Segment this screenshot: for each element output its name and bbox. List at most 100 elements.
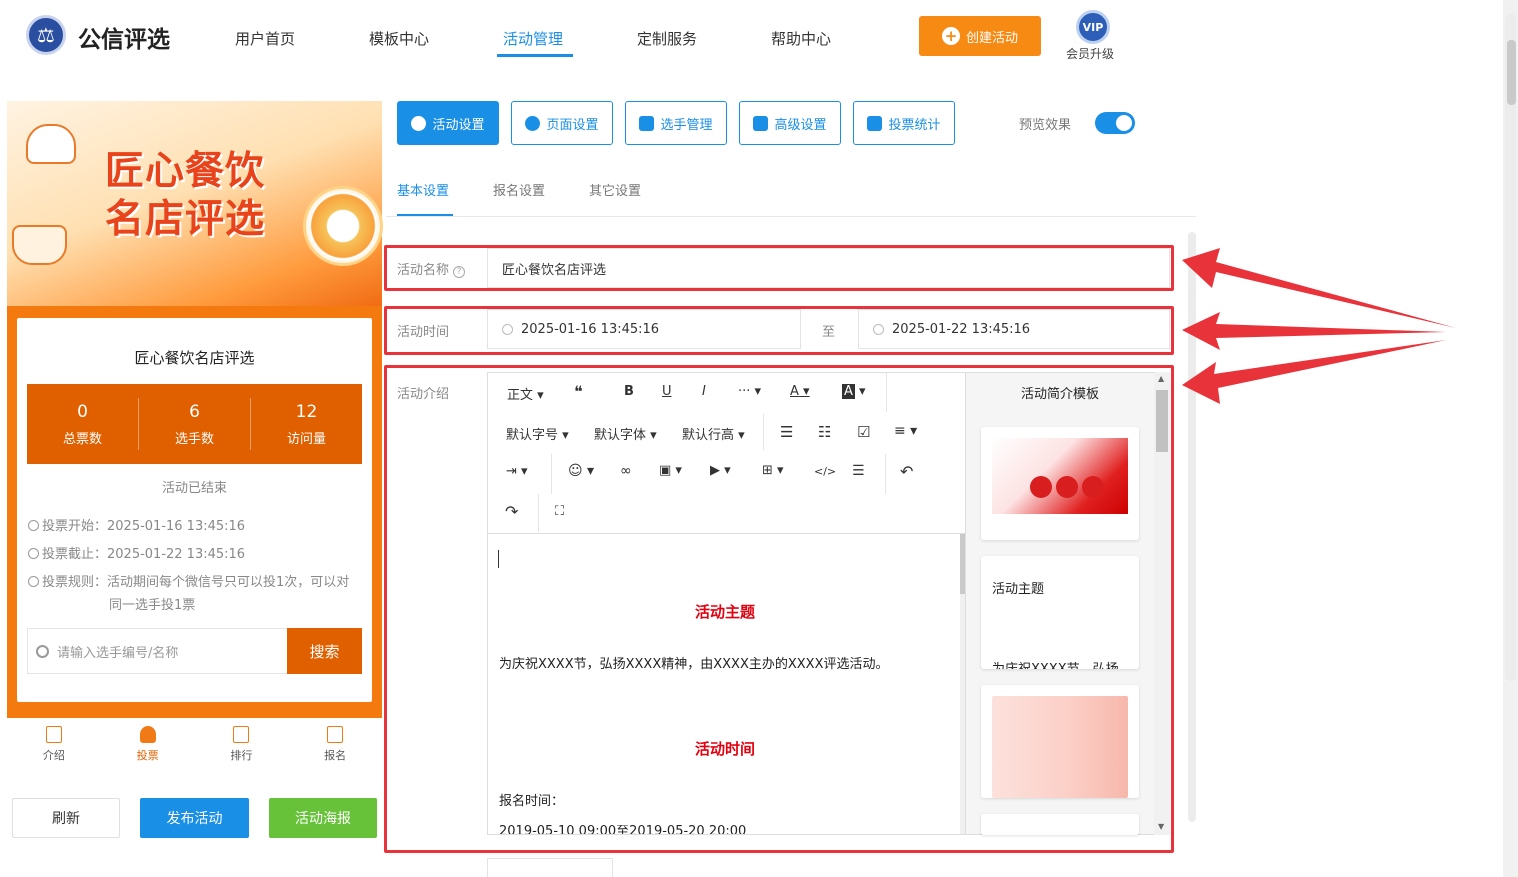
app-name[interactable]: 公信评选: [78, 20, 170, 54]
image-icon[interactable]: ▣ ▾: [659, 463, 682, 478]
person-icon: [139, 725, 156, 743]
font-family-select[interactable]: 默认字体 ▾: [594, 424, 657, 443]
bg-color-icon[interactable]: A ▾: [842, 384, 866, 399]
activity-intro-label: 活动介绍: [397, 387, 450, 402]
font-size-select[interactable]: 默认字号 ▾: [506, 424, 569, 443]
scroll-up-icon[interactable]: ▲: [1158, 374, 1164, 383]
search-icon: [36, 644, 49, 658]
table-icon[interactable]: ⊞ ▾: [762, 463, 784, 478]
refresh-button[interactable]: 刷新: [12, 798, 120, 838]
scroll-down-icon[interactable]: ▼: [1158, 822, 1164, 831]
template-scrollbar[interactable]: [1154, 372, 1170, 835]
help-icon: ?: [453, 266, 466, 278]
subtab-divider: [386, 216, 1196, 217]
arrow-to-time: [1182, 312, 1446, 350]
font-color-icon[interactable]: A ▾: [790, 384, 810, 399]
arrow-to-intro: [1182, 340, 1446, 404]
activity-title: 匠心餐饮名店评选: [134, 349, 255, 367]
editor-scroll-thumb[interactable]: [960, 534, 965, 594]
clock-icon: [28, 548, 39, 559]
end-time-input[interactable]: 2025-01-22 13:45:16: [858, 309, 1170, 349]
vote-end-info: 投票截止：2025-01-22 13:45:16: [28, 543, 245, 562]
todo-list-icon[interactable]: ☑: [857, 423, 870, 441]
content-signup-time: 2019-05-10 09:00至2019-05-20 20:00: [499, 825, 747, 834]
activity-name-input[interactable]: 匠心餐饮名店评选: [487, 248, 1170, 288]
subtab-other[interactable]: 其它设置: [589, 180, 641, 199]
tab-vote-stats[interactable]: 投票统计: [853, 101, 955, 145]
tab-page-settings[interactable]: 页面设置: [511, 101, 613, 145]
content-paragraph: 为庆祝XXXX节，弘扬XXXX精神，由XXXX主办的XXXX评选活动。: [499, 657, 889, 672]
toolbar-divider: [763, 414, 764, 450]
stats-panel: 0 总票数 6 选手数 12 访问量: [27, 384, 362, 464]
intro-icon: [45, 725, 62, 743]
template-card[interactable]: 活动主题 为庆祝XXXX节，弘扬: [981, 556, 1139, 669]
line-height-select[interactable]: 默认行高 ▾: [682, 424, 745, 443]
search-button[interactable]: 搜索: [287, 628, 362, 674]
code-icon[interactable]: </>: [814, 465, 836, 478]
toggle-knob: [1116, 115, 1132, 131]
start-time-input[interactable]: 2025-01-16 13:45:16: [487, 309, 801, 349]
nav-custom-service[interactable]: 定制服务: [637, 28, 697, 49]
phone-tabbar: 介绍 投票 排行 报名: [7, 718, 382, 770]
logo-icon[interactable]: ⚖: [26, 15, 66, 55]
banner-title: 匠心餐饮 名店评选: [105, 149, 266, 242]
tab-contestant-manage[interactable]: 选手管理: [625, 101, 727, 145]
nav-templates[interactable]: 模板中心: [369, 28, 429, 49]
video-icon[interactable]: ▶ ▾: [710, 463, 731, 478]
paragraph-format-select[interactable]: 正文 ▾: [507, 384, 544, 403]
content-heading-time: 活动时间: [694, 740, 755, 758]
vip-upgrade-link[interactable]: 会员升级: [1066, 45, 1114, 62]
activity-status: 活动已结束: [161, 481, 227, 496]
pot-icon: [12, 225, 67, 265]
template-card[interactable]: [981, 427, 1139, 540]
subtab-signup[interactable]: 报名设置: [493, 180, 545, 199]
activity-name-label: 活动名称 ?: [397, 259, 466, 278]
tab-activity-settings[interactable]: 活动设置: [397, 101, 499, 145]
users-icon: [639, 115, 655, 131]
template-card-title: 活动主题: [992, 582, 1045, 597]
stat-total-votes: 0 总票数: [27, 398, 139, 450]
next-field-input[interactable]: [487, 858, 613, 877]
contestant-search-input[interactable]: 请输入选手编号/名称: [27, 628, 287, 674]
italic-icon[interactable]: I: [702, 384, 706, 399]
blockquote-icon[interactable]: ❝: [574, 382, 583, 401]
bold-icon[interactable]: B: [624, 384, 634, 399]
gear-icon: [525, 115, 541, 131]
tab-signup[interactable]: 报名: [288, 718, 382, 770]
create-activity-button[interactable]: + 创建活动: [919, 16, 1041, 56]
vip-icon[interactable]: VIP: [1076, 10, 1110, 44]
redo-icon[interactable]: ↷: [505, 502, 518, 521]
subtab-basic[interactable]: 基本设置: [397, 180, 449, 199]
publish-activity-button[interactable]: 发布活动: [140, 798, 249, 838]
nav-active-indicator: [497, 54, 573, 57]
align-icon[interactable]: ≡ ▾: [894, 423, 917, 439]
preview-toggle[interactable]: [1095, 112, 1135, 134]
editor-toolbar-divider: [488, 533, 965, 534]
nav-home[interactable]: 用户首页: [235, 28, 295, 49]
more-icon[interactable]: ··· ▾: [738, 384, 761, 399]
fullscreen-icon[interactable]: ⛶: [555, 504, 564, 519]
info-icon: [28, 576, 39, 587]
underline-icon[interactable]: U: [662, 384, 672, 399]
tab-advanced-settings[interactable]: 高级设置: [739, 101, 841, 145]
divider-line-icon[interactable]: ☰: [852, 463, 865, 479]
bullet-list-icon[interactable]: ☰: [780, 423, 793, 441]
page-scroll-thumb[interactable]: [1507, 40, 1516, 105]
template-scroll-thumb[interactable]: [1156, 390, 1168, 452]
stat-contestants: 6 选手数: [139, 398, 251, 450]
nav-activity-manage[interactable]: 活动管理: [503, 28, 563, 49]
nav-help-center[interactable]: 帮助中心: [771, 28, 831, 49]
activity-poster-button[interactable]: 活动海报: [269, 798, 377, 838]
tab-ranking[interactable]: 排行: [195, 718, 289, 770]
numbered-list-icon[interactable]: ☷: [818, 423, 831, 441]
template-card[interactable]: [981, 814, 1139, 835]
tab-vote[interactable]: 投票: [101, 718, 195, 770]
indent-icon[interactable]: ⇥ ▾: [506, 464, 528, 479]
undo-icon[interactable]: ↶: [900, 462, 913, 481]
link-icon[interactable]: ∞: [620, 463, 632, 479]
emoji-icon[interactable]: ☺ ▾: [568, 463, 594, 479]
clock-icon: [502, 323, 513, 335]
toolbar-divider: [885, 454, 886, 494]
template-card[interactable]: [981, 685, 1139, 798]
tab-intro[interactable]: 介绍: [7, 718, 101, 770]
